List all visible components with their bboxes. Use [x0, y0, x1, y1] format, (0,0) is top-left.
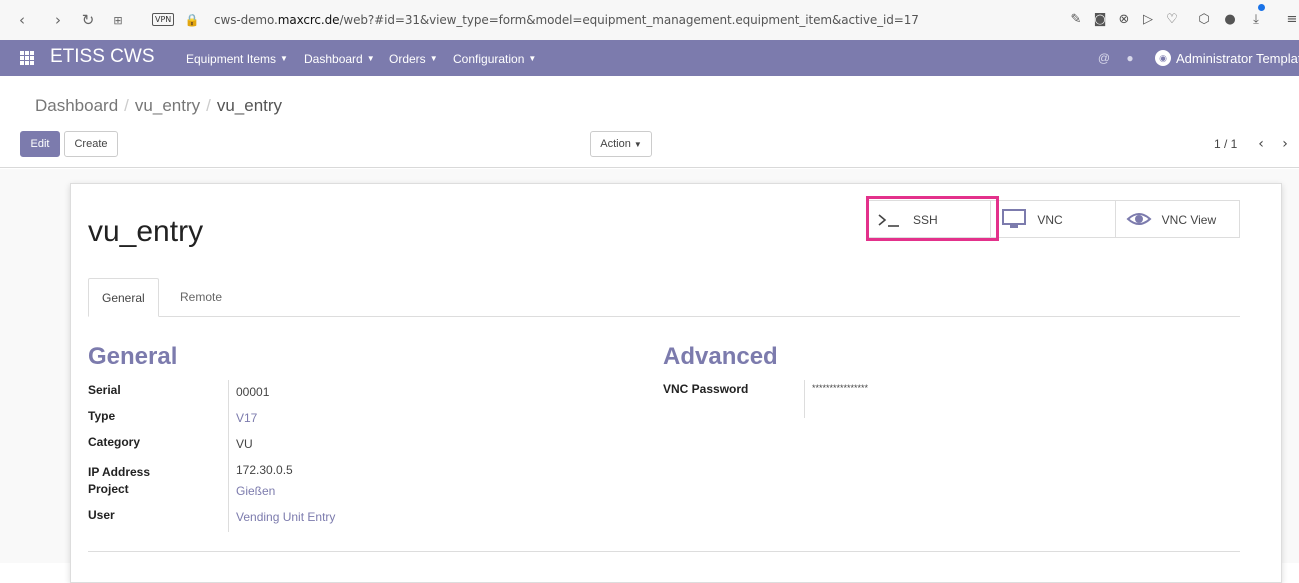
menu-label: Dashboard — [304, 52, 363, 66]
field-value-serial: 00001 — [236, 385, 270, 399]
vpn-badge[interactable]: VPN — [152, 13, 175, 26]
send-icon[interactable]: ▷ — [1140, 11, 1156, 27]
blocker-icon[interactable]: ⊗ — [1116, 11, 1132, 27]
chat-icon[interactable]: ● — [1122, 50, 1138, 66]
group-title-advanced: Advanced — [663, 343, 778, 370]
field-value-category: VU — [236, 437, 253, 451]
apps-menu-icon[interactable] — [20, 51, 34, 65]
create-button[interactable]: Create — [64, 131, 118, 157]
vnc-button[interactable]: VNC — [991, 201, 1116, 237]
forward-icon[interactable]: › — [48, 10, 68, 30]
user-menu[interactable]: Administrator Template — [1176, 51, 1299, 66]
menu-orders[interactable]: Orders ▼ — [389, 52, 438, 66]
group-title-general: General — [88, 343, 178, 370]
field-divider — [804, 380, 805, 418]
edit-page-icon[interactable]: ✎ — [1068, 11, 1084, 27]
control-panel: Dashboard / vu_entry / vu_entry Edit Create … — [0, 76, 1299, 168]
caret-down-icon: ▼ — [429, 54, 438, 63]
menu-configuration[interactable]: Configuration ▼ — [453, 52, 536, 66]
pager-next-button[interactable]: › — [1275, 131, 1295, 157]
vnc-view-label: VNC View — [1161, 213, 1217, 227]
caret-down-icon: ▼ — [528, 54, 537, 63]
action-dropdown[interactable]: Action ▼ — [590, 131, 652, 157]
menu-icon[interactable]: ≡ — [1284, 11, 1299, 27]
menu-label: Orders — [389, 52, 426, 66]
app-brand[interactable]: ETISS CWS — [50, 46, 155, 68]
section-divider — [88, 551, 1240, 552]
menu-equipment-items[interactable]: Equipment Items ▼ — [186, 52, 288, 66]
menu-label: Equipment Items — [186, 52, 277, 66]
breadcrumb-separator: / — [206, 96, 211, 115]
vnc-view-button[interactable]: VNC View — [1116, 201, 1239, 237]
screenshot-icon[interactable]: ◙ — [1092, 11, 1108, 27]
lock-icon[interactable]: 🔒 — [182, 10, 202, 30]
eye-icon — [1126, 209, 1152, 229]
field-label-category: Category — [88, 435, 141, 449]
breadcrumb-current: vu_entry — [216, 96, 283, 115]
edit-button[interactable]: Edit — [20, 131, 60, 157]
breadcrumb: Dashboard / vu_entry / vu_entry — [35, 96, 282, 116]
menu-dashboard[interactable]: Dashboard ▼ — [304, 52, 375, 66]
field-value-user[interactable]: Vending Unit Entry — [236, 510, 335, 524]
favorite-icon[interactable]: ♡ — [1164, 11, 1180, 27]
main-navbar: ETISS CWS Equipment Items ▼ Dashboard ▼ Or… — [0, 40, 1299, 76]
download-icon[interactable]: ⤓ — [1248, 11, 1264, 27]
field-value-vnc-password: **************** — [812, 383, 869, 393]
monitor-icon — [1001, 209, 1027, 229]
breadcrumb-separator: / — [124, 96, 129, 115]
reload-icon[interactable]: ↻ — [78, 10, 98, 30]
field-value-project[interactable]: Gießen — [236, 484, 275, 498]
field-label-project: Project — [88, 482, 129, 496]
breadcrumb-vu-entry[interactable]: vu_entry — [135, 96, 200, 115]
profile-icon[interactable]: ● — [1222, 11, 1238, 27]
vnc-label: VNC — [1037, 213, 1063, 227]
address-bar[interactable]: cws-demo.maxcrc.de/web?#id=31&view_type=… — [214, 13, 919, 27]
menu-label: Configuration — [453, 52, 525, 66]
ssh-highlight-box — [866, 196, 999, 241]
pager-previous-button[interactable]: ‹ — [1251, 131, 1271, 157]
download-badge-icon — [1258, 4, 1265, 11]
tab-remote[interactable]: Remote — [167, 278, 235, 317]
url-prefix: cws-demo. — [214, 13, 278, 27]
notebook-tabs: General Remote — [88, 278, 1240, 317]
caret-down-icon: ▼ — [280, 54, 288, 63]
extensions-icon[interactable]: ⬡ — [1196, 11, 1212, 27]
caret-down-icon: ▼ — [633, 139, 642, 149]
avatar[interactable]: ◉ — [1155, 50, 1171, 66]
field-value-ip-address: 172.30.0.5 — [236, 463, 293, 477]
field-label-vnc-password: VNC Password — [663, 382, 749, 396]
tab-general[interactable]: General — [88, 278, 159, 317]
field-label-serial: Serial — [88, 383, 121, 397]
field-divider — [228, 380, 229, 532]
caret-down-icon: ▼ — [366, 54, 375, 63]
url-path: /web?#id=31&view_type=form&model=equipme… — [339, 13, 919, 27]
action-label: Action — [600, 138, 631, 150]
activity-icon[interactable]: @ — [1096, 50, 1112, 66]
apps-grid-icon[interactable]: ⊞ — [108, 10, 128, 30]
field-label-ip-address: IP Address — [88, 465, 151, 479]
url-host: maxcrc.de — [277, 13, 340, 27]
field-label-user: User — [88, 508, 115, 522]
field-value-type[interactable]: V17 — [236, 411, 257, 425]
record-title: vu_entry — [88, 215, 204, 248]
breadcrumb-dashboard[interactable]: Dashboard — [35, 96, 118, 115]
browser-toolbar: ‹ › ↻ ⊞ VPN 🔒 cws-demo.maxcrc.de/web?#id… — [0, 0, 1299, 40]
pager-value[interactable]: 1 / 1 — [1214, 137, 1237, 151]
field-label-type: Type — [88, 409, 116, 423]
back-icon[interactable]: ‹ — [12, 10, 32, 30]
